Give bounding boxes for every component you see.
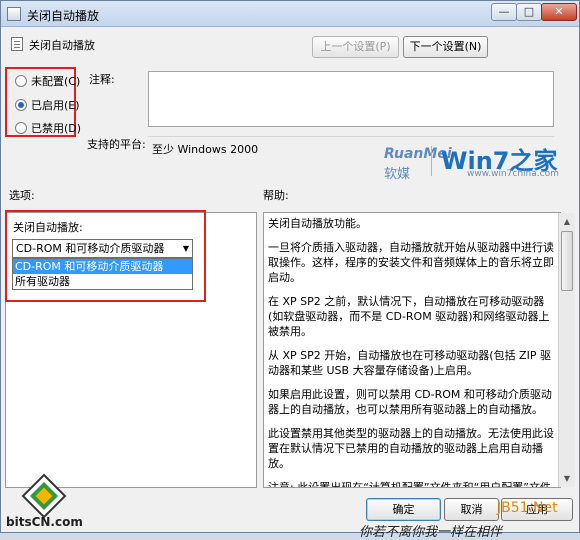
help-paragraph: 此设置禁用其他类型的驱动器上的自动播放。无法使用此设置在默认情况下已禁用的自动播… xyxy=(268,427,554,470)
help-paragraph: 注意: 此设置出现在“计算机配置”文件夹和“用户配置”文件夹中。如果两个设置发生… xyxy=(268,481,551,488)
policy-name: 关闭自动播放 xyxy=(29,39,95,52)
jb51-watermark: JB51.Net xyxy=(497,500,558,516)
comment-textarea[interactable] xyxy=(148,71,554,127)
help-heading: 帮助: xyxy=(263,189,289,202)
scroll-up-icon[interactable]: ▲ xyxy=(560,214,574,229)
bitscn-logo-icon xyxy=(21,473,67,519)
window-title: 关闭自动播放 xyxy=(27,9,100,23)
radio-circle[interactable] xyxy=(15,122,27,134)
policy-icon xyxy=(11,37,23,51)
minimize-button[interactable]: — xyxy=(491,3,517,21)
watermark-brand-cn: 软媒 xyxy=(384,167,411,182)
maximize-button[interactable]: □ xyxy=(516,3,542,21)
close-button[interactable]: ✕ xyxy=(541,3,577,21)
help-text-pane: 关闭自动播放功能。 一旦将介质插入驱动器，自动播放就开始从驱动器中进行读取操作。… xyxy=(263,212,561,488)
radio-label: 已启用(E) xyxy=(31,99,80,112)
radio-disabled[interactable]: 已禁用(D) xyxy=(15,120,81,136)
select-value: CD-ROM 和可移动介质驱动器 xyxy=(16,242,165,255)
help-paragraph: 一旦将介质插入驱动器，自动播放就开始从驱动器中进行读取操作。这样，程序的安装文件… xyxy=(268,241,554,284)
dropdown-option-cdrom[interactable]: CD-ROM 和可移动介质驱动器 xyxy=(13,259,192,274)
cancel-button[interactable]: 取消 xyxy=(444,498,499,521)
radio-enabled[interactable]: 已启用(E) xyxy=(15,97,80,113)
watermark-divider xyxy=(431,146,432,176)
help-paragraph: 在 XP SP2 之前，默认情况下，自动播放在可移动驱动器(如软盘驱动器，而不是… xyxy=(268,295,550,338)
watermark-url: www.win7china.com xyxy=(467,169,559,179)
title-bar[interactable]: 关闭自动播放 — □ ✕ xyxy=(1,1,579,27)
options-heading: 选项: xyxy=(9,189,35,202)
scroll-down-icon[interactable]: ▼ xyxy=(560,471,574,486)
radio-circle[interactable] xyxy=(15,75,27,87)
scroll-thumb[interactable] xyxy=(561,231,573,291)
help-paragraph: 关闭自动播放功能。 xyxy=(268,217,367,230)
help-scrollbar[interactable]: ▲ ▼ xyxy=(558,213,575,487)
dropdown-option-all-drives[interactable]: 所有驱动器 xyxy=(13,274,192,289)
dropdown-label: 关闭自动播放: xyxy=(13,221,83,234)
platform-value: 至少 Windows 2000 xyxy=(152,143,259,156)
dropdown-list: CD-ROM 和可移动介质驱动器 所有驱动器 xyxy=(12,258,193,290)
ok-button[interactable]: 确定 xyxy=(366,498,441,521)
help-paragraph: 从 XP SP2 开始，自动播放也在可移动驱动器(包括 ZIP 驱动器和某些 U… xyxy=(268,349,551,377)
bottom-caption: 你若不离你我一样在相伴 xyxy=(359,525,503,540)
platform-label: 支持的平台: xyxy=(87,138,146,151)
group-policy-dialog: 关闭自动播放 — □ ✕ 关闭自动播放 上一个设置(P) 下一个设置(N) 未配… xyxy=(0,0,580,540)
chevron-down-icon[interactable]: ▼ xyxy=(183,240,189,257)
radio-label: 未配置(C) xyxy=(31,75,81,88)
site-name: bitsCN.com xyxy=(6,515,83,529)
radio-circle-selected[interactable] xyxy=(15,99,27,111)
radio-not-configured[interactable]: 未配置(C) xyxy=(15,73,80,89)
radio-label: 已禁用(D) xyxy=(31,122,82,135)
autoplay-drive-select[interactable]: CD-ROM 和可移动介质驱动器 ▼ xyxy=(12,239,193,258)
window-icon xyxy=(7,7,21,21)
comment-label: 注释: xyxy=(89,73,115,86)
help-paragraph: 如果启用此设置，则可以禁用 CD-ROM 和可移动介质驱动器上的自动播放，也可以… xyxy=(268,388,552,416)
next-setting-button[interactable]: 下一个设置(N) xyxy=(403,36,488,58)
previous-setting-button[interactable]: 上一个设置(P) xyxy=(312,36,399,58)
